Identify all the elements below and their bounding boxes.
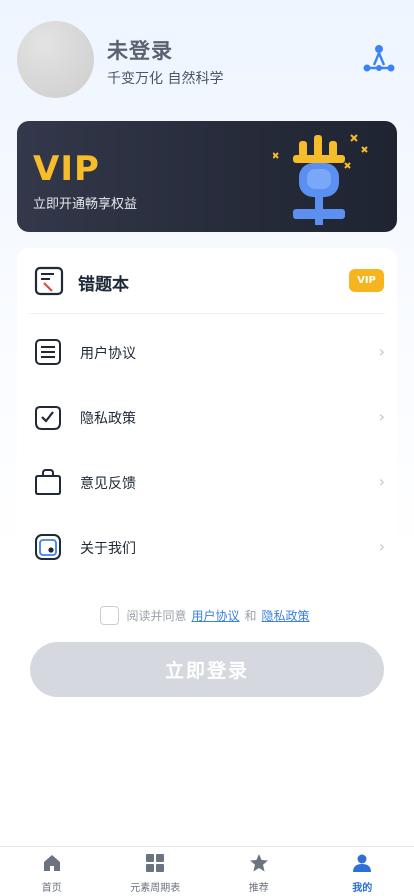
menu-item-label: 用户协议 (80, 346, 136, 362)
tab-periodic-table[interactable]: 元素周期表 (104, 847, 208, 896)
tab-label: 我的 (352, 883, 373, 894)
document-lines-icon (35, 339, 61, 365)
menu-item-user-agreement[interactable]: 用户协议 › (17, 322, 397, 382)
bottom-tab-bar: 首页 元素周期表 推荐 我的 (0, 846, 414, 896)
tab-mine[interactable]: 我的 (311, 847, 414, 896)
menu-item-label: 关于我们 (80, 541, 136, 557)
menu-item-privacy[interactable]: 隐私政策 › (17, 387, 397, 447)
tab-recommend[interactable]: 推荐 (207, 847, 311, 896)
tab-label: 推荐 (248, 883, 269, 894)
user-name[interactable]: 未登录 (107, 35, 173, 65)
tab-home[interactable]: 首页 (0, 847, 104, 896)
bag-icon (35, 469, 61, 495)
vip-title: VIP (33, 149, 100, 189)
chevron-right-icon: › (378, 407, 385, 426)
share-button[interactable] (361, 41, 397, 77)
grid-icon (145, 853, 165, 873)
profile-header: 未登录 千变万化 自然科学 (17, 21, 397, 99)
tab-label: 首页 (41, 883, 62, 894)
divider (29, 313, 385, 314)
vip-banner[interactable]: VIP 立即开通畅享权益 (17, 121, 397, 232)
privacy-policy-link[interactable]: 隐私政策 (262, 607, 310, 624)
menu-item-about[interactable]: 关于我们 › (17, 517, 397, 577)
login-button[interactable]: 立即登录 (30, 642, 384, 697)
wrong-book-label: 错题本 (78, 275, 129, 295)
agreement-prefix: 阅读并同意 (126, 608, 187, 623)
user-agreement-link[interactable]: 用户协议 (191, 607, 239, 624)
share-icon (363, 45, 395, 72)
agreement-and: 和 (244, 608, 257, 623)
check-shield-icon (35, 406, 61, 430)
agree-checkbox[interactable] (100, 605, 120, 625)
menu-item-label: 意见反馈 (80, 476, 136, 492)
chevron-right-icon: › (378, 342, 385, 361)
avatar[interactable] (17, 21, 94, 98)
note-icon (34, 266, 64, 296)
home-icon (42, 853, 62, 873)
info-box-icon (35, 534, 61, 560)
chevron-right-icon: › (378, 537, 385, 556)
vip-badge: VIP (349, 269, 384, 292)
user-icon (352, 853, 372, 873)
agreement-line: 阅读并同意 用户协议 和 隐私政策 (0, 603, 414, 627)
chevron-right-icon: › (378, 472, 385, 491)
user-subtitle: 千变万化 自然科学 (107, 71, 224, 87)
menu-item-label: 隐私政策 (80, 411, 136, 427)
tab-label: 元素周期表 (130, 883, 181, 894)
menu-card: 错题本 VIP 用户协议 › 隐私政策 › 意见反馈 › 关于我们 › (17, 248, 397, 583)
wrong-book-row[interactable]: 错题本 VIP (17, 248, 397, 313)
star-icon (249, 853, 269, 873)
microphone-trophy-icon (273, 134, 368, 225)
vip-subtitle: 立即开通畅享权益 (33, 197, 138, 212)
menu-item-feedback[interactable]: 意见反馈 › (17, 452, 397, 512)
